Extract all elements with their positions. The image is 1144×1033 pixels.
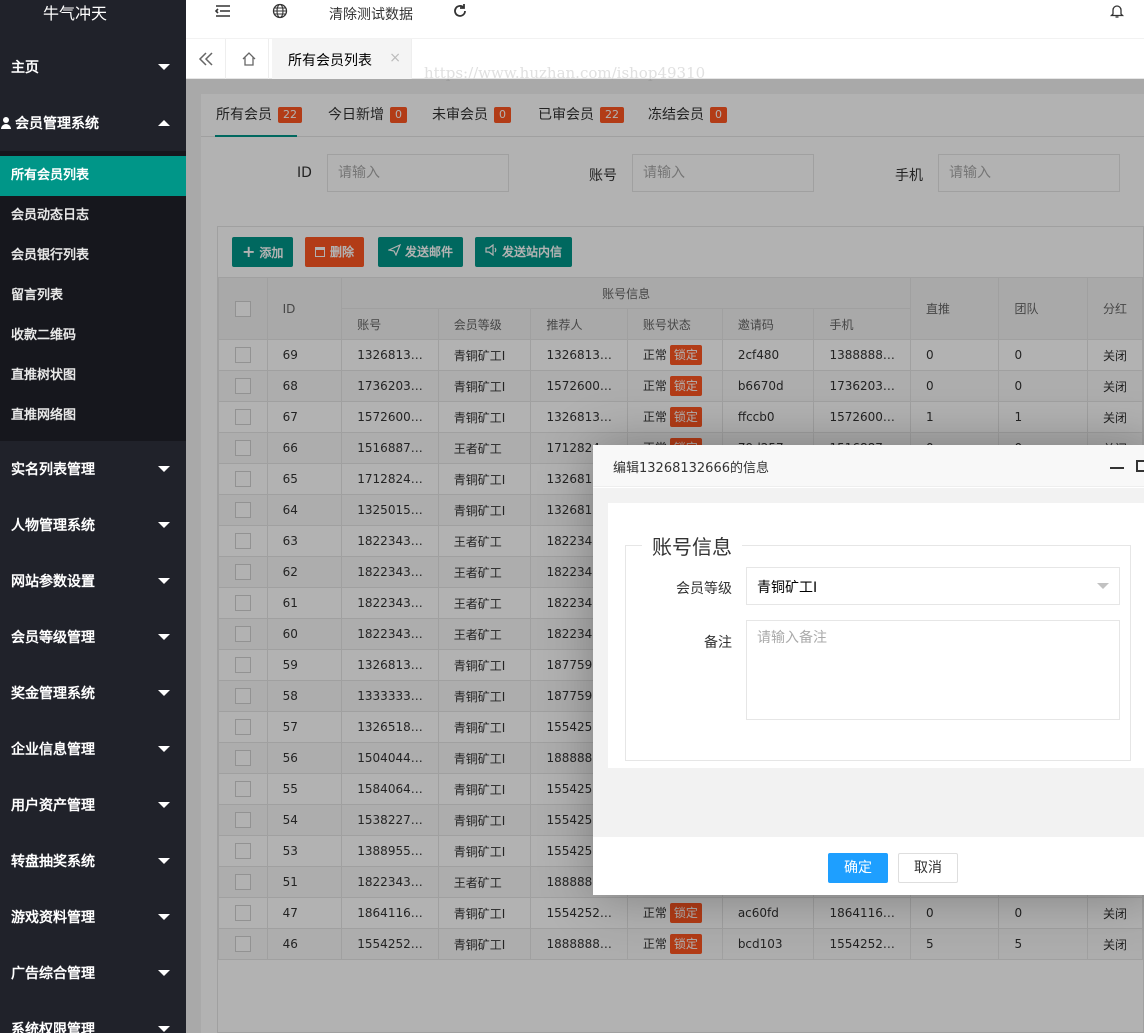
nav-label: 会员管理系统 (15, 116, 99, 132)
chevron-down-icon (158, 466, 170, 472)
maximize-icon[interactable] (1136, 460, 1144, 472)
nav-item[interactable]: 人物管理系统 (0, 497, 186, 553)
caret-down-icon (1097, 583, 1109, 589)
nav-label: 企业信息管理 (11, 742, 95, 758)
top-header: 清除测试数据 (186, 0, 1144, 38)
bell-icon[interactable] (1109, 0, 1125, 30)
remark-label: 备注 (704, 635, 732, 651)
nav-home[interactable]: 主页 (0, 39, 186, 95)
dialog-header: 编辑13268132666的信息 (593, 445, 1144, 487)
nav-member-system[interactable]: 会员管理系统 (0, 95, 186, 151)
sub-messages[interactable]: 留言列表 (0, 276, 186, 316)
nav-item[interactable]: 用户资产管理 (0, 777, 186, 833)
nav-label: 游戏资料管理 (11, 910, 95, 926)
clear-test-data-button[interactable]: 清除测试数据 (329, 0, 413, 30)
nav-item[interactable]: 广告综合管理 (0, 945, 186, 1001)
chevron-down-icon (158, 690, 170, 696)
edit-member-dialog: 编辑13268132666的信息 账号信息 会员等级 备注 青铜矿工I 请输入备… (593, 445, 1144, 895)
home-icon[interactable] (229, 39, 269, 79)
tab-label: 所有会员列表 (288, 53, 372, 69)
tab-all-members[interactable]: 所有会员列表 × (272, 39, 412, 79)
sidebar: 牛气冲天 主页 会员管理系统 所有会员列表 会员动态日志 会员银行列表 留言列表… (0, 0, 186, 1033)
remark-placeholder: 请输入备注 (757, 630, 827, 646)
chevron-down-icon (158, 522, 170, 528)
chevron-up-icon (158, 120, 170, 126)
nav-label: 会员等级管理 (11, 630, 95, 646)
minimize-icon[interactable] (1110, 467, 1124, 469)
nav-label: 系统权限管理 (11, 1022, 95, 1033)
nav-item[interactable]: 奖金管理系统 (0, 665, 186, 721)
chevron-down-icon (158, 970, 170, 976)
nav-item[interactable]: 会员等级管理 (0, 609, 186, 665)
dialog-title: 编辑13268132666的信息 (613, 461, 769, 476)
nav-label: 主页 (11, 60, 39, 76)
nav-item[interactable]: 系统权限管理 (0, 1001, 186, 1033)
nav-item[interactable]: 网站参数设置 (0, 553, 186, 609)
sub-network[interactable]: 直推网络图 (0, 396, 186, 436)
user-icon (1, 117, 11, 129)
chevron-down-icon (158, 802, 170, 808)
globe-icon[interactable] (272, 0, 288, 30)
app-logo: 牛气冲天 (42, 4, 107, 23)
chevron-down-icon (158, 634, 170, 640)
confirm-button[interactable]: 确定 (828, 853, 888, 883)
level-label: 会员等级 (676, 581, 732, 597)
nav-label: 人物管理系统 (11, 518, 95, 534)
nav-label: 广告综合管理 (11, 966, 95, 982)
sub-tree[interactable]: 直推树状图 (0, 356, 186, 396)
chevron-down-icon (158, 746, 170, 752)
remark-textarea[interactable]: 请输入备注 (746, 620, 1120, 720)
dialog-footer: 确定 取消 (593, 837, 1144, 895)
sub-qr[interactable]: 收款二维码 (0, 316, 186, 356)
close-icon[interactable]: × (389, 50, 401, 66)
nav-item[interactable]: 企业信息管理 (0, 721, 186, 777)
chevron-down-icon (158, 1026, 170, 1032)
nav-label: 奖金管理系统 (11, 686, 95, 702)
member-submenu: 所有会员列表 会员动态日志 会员银行列表 留言列表 收款二维码 直推树状图 直推… (0, 151, 186, 441)
nav-item[interactable]: 转盘抽奖系统 (0, 833, 186, 889)
level-select-value: 青铜矿工I (757, 580, 818, 596)
level-select[interactable]: 青铜矿工I (746, 567, 1120, 605)
sub-member-bank[interactable]: 会员银行列表 (0, 236, 186, 276)
nav-item[interactable]: 游戏资料管理 (0, 889, 186, 945)
nav-label: 网站参数设置 (11, 574, 95, 590)
nav-item[interactable]: 实名列表管理 (0, 441, 186, 497)
tab-bar: 所有会员列表 × https://www.huzhan.com/ishop493… (186, 39, 1144, 82)
refresh-icon[interactable] (452, 0, 468, 30)
chevron-down-icon (158, 64, 170, 70)
dialog-body: 账号信息 会员等级 备注 青铜矿工I 请输入备注 (593, 488, 1144, 837)
nav-label: 实名列表管理 (11, 462, 95, 478)
menu-toggle-icon[interactable] (214, 0, 232, 30)
fieldset-legend: 账号信息 (642, 531, 742, 560)
chevron-down-icon (158, 578, 170, 584)
chevron-down-icon (158, 858, 170, 864)
nav-label: 用户资产管理 (11, 798, 95, 814)
nav-label: 转盘抽奖系统 (11, 854, 95, 870)
cancel-button[interactable]: 取消 (898, 853, 958, 883)
sub-member-log[interactable]: 会员动态日志 (0, 196, 186, 236)
chevron-down-icon (158, 914, 170, 920)
sub-all-members[interactable]: 所有会员列表 (0, 156, 186, 196)
tabs-scroll-left-icon[interactable] (186, 39, 226, 79)
